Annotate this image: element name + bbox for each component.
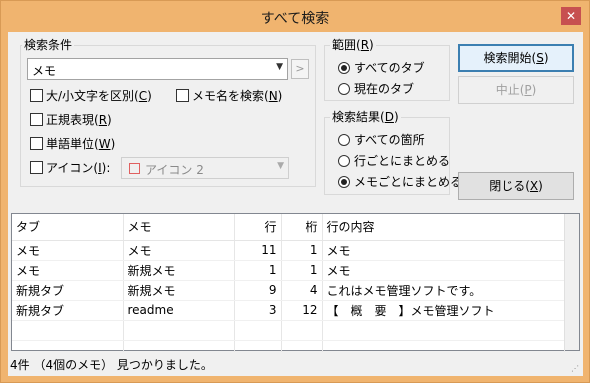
cell-content: これはメモ管理ソフトです。 [322, 280, 565, 301]
stop-button[interactable]: 中止(P) [458, 76, 574, 104]
search-term-value: メモ [32, 64, 57, 78]
radio-dot [338, 62, 350, 74]
close-button[interactable]: 閉じる(X) [458, 172, 574, 200]
result-mode-label: 検索結果(D) [330, 110, 401, 124]
cell-tab: メモ [12, 260, 124, 281]
cell-content: メモ [322, 260, 565, 281]
column-header-col[interactable]: 桁 [281, 214, 323, 241]
cell-memo: 新規メモ [123, 260, 235, 281]
checkbox-box [30, 89, 43, 102]
checkbox-box [176, 89, 189, 102]
column-header-memo[interactable]: メモ [123, 214, 235, 241]
status-bar: 4件 （4個のメモ） 見つかりました。 ⋰ [8, 352, 583, 376]
result-mode-per-memo-radio[interactable]: メモごとにまとめる [338, 175, 462, 191]
results-table: タブ メモ 行 桁 行の内容 メモ メモ 11 1 メモ メモ 新規メモ 1 1… [12, 214, 565, 361]
empty-row [12, 320, 565, 341]
results-list[interactable]: タブ メモ 行 桁 行の内容 メモ メモ 11 1 メモ メモ 新規メモ 1 1… [11, 213, 580, 361]
results-header-row: タブ メモ 行 桁 行の内容 [12, 214, 565, 241]
search-all-window: すべて検索 ✕ 検索条件 メモ ▼ > 大/小文字を区別(C) メモ名を検索(N… [0, 0, 590, 383]
icon-select-value: アイコン 2 [145, 163, 204, 177]
cell-col: 12 [281, 300, 323, 321]
cell-col: 1 [281, 240, 323, 261]
cell-content: 【 概 要 】メモ管理ソフト [322, 300, 565, 321]
whole-word-checkbox[interactable]: 単語単位(W) [30, 137, 115, 153]
scope-current-tab-radio[interactable]: 現在のタブ [338, 82, 414, 98]
regex-checkbox[interactable]: 正規表現(R) [30, 113, 112, 129]
checkbox-box [30, 161, 43, 174]
dialog-body: 検索条件 メモ ▼ > 大/小文字を区別(C) メモ名を検索(N) 正規表現(R… [8, 32, 583, 376]
search-memo-name-checkbox[interactable]: メモ名を検索(N) [176, 89, 282, 105]
start-search-button[interactable]: 検索開始(S) [458, 44, 574, 72]
cell-memo: メモ [123, 240, 235, 261]
window-title: すべて検索 [260, 11, 330, 27]
column-header-line[interactable]: 行 [234, 214, 282, 241]
cell-tab: 新規タブ [12, 300, 124, 321]
chevron-down-icon: ▼ [277, 161, 284, 171]
radio-dot [338, 83, 350, 95]
cell-memo: 新規メモ [123, 280, 235, 301]
vertical-scrollbar[interactable] [564, 214, 579, 350]
radio-dot [338, 155, 350, 167]
cell-line: 9 [234, 280, 282, 301]
cell-memo: readme [123, 300, 235, 321]
result-mode-all-radio[interactable]: すべての箇所 [338, 133, 425, 149]
case-sensitive-checkbox[interactable]: 大/小文字を区別(C) [30, 89, 152, 105]
title-bar[interactable]: すべて検索 ✕ [1, 1, 589, 33]
search-conditions-label: 検索条件 [22, 38, 75, 52]
column-header-tab[interactable]: タブ [12, 214, 124, 241]
table-row[interactable]: 新規タブ 新規メモ 9 4 これはメモ管理ソフトです。 [12, 280, 565, 301]
checkbox-box [30, 137, 43, 150]
memo-icon [129, 163, 140, 174]
icon-filter-checkbox[interactable]: アイコン(I): [30, 161, 110, 177]
cell-col: 1 [281, 260, 323, 281]
resize-grip-icon[interactable]: ⋰ [571, 364, 581, 374]
cell-col: 4 [281, 280, 323, 301]
cell-content: メモ [322, 240, 565, 261]
cell-tab: メモ [12, 240, 124, 261]
radio-dot [338, 176, 350, 188]
scope-all-tabs-radio[interactable]: すべてのタブ [338, 61, 425, 77]
column-header-content[interactable]: 行の内容 [322, 214, 565, 241]
search-term-combo[interactable]: メモ ▼ [27, 58, 288, 80]
icon-select[interactable]: アイコン 2 ▼ [121, 157, 289, 179]
cell-tab: 新規タブ [12, 280, 124, 301]
chevron-down-icon: ▼ [276, 62, 283, 72]
cell-line: 11 [234, 240, 282, 261]
radio-dot [338, 134, 350, 146]
scope-label: 範囲(R) [330, 38, 376, 52]
close-window-button[interactable]: ✕ [561, 7, 581, 25]
cell-line: 1 [234, 260, 282, 281]
cell-line: 3 [234, 300, 282, 321]
table-row[interactable]: 新規タブ readme 3 12 【 概 要 】メモ管理ソフト [12, 300, 565, 321]
history-button[interactable]: > [291, 59, 309, 79]
status-text: 4件 （4個のメモ） 見つかりました。 [10, 358, 213, 372]
table-row[interactable]: メモ メモ 11 1 メモ [12, 240, 565, 261]
checkbox-box [30, 113, 43, 126]
table-row[interactable]: メモ 新規メモ 1 1 メモ [12, 260, 565, 281]
result-mode-per-line-radio[interactable]: 行ごとにまとめる [338, 154, 450, 170]
